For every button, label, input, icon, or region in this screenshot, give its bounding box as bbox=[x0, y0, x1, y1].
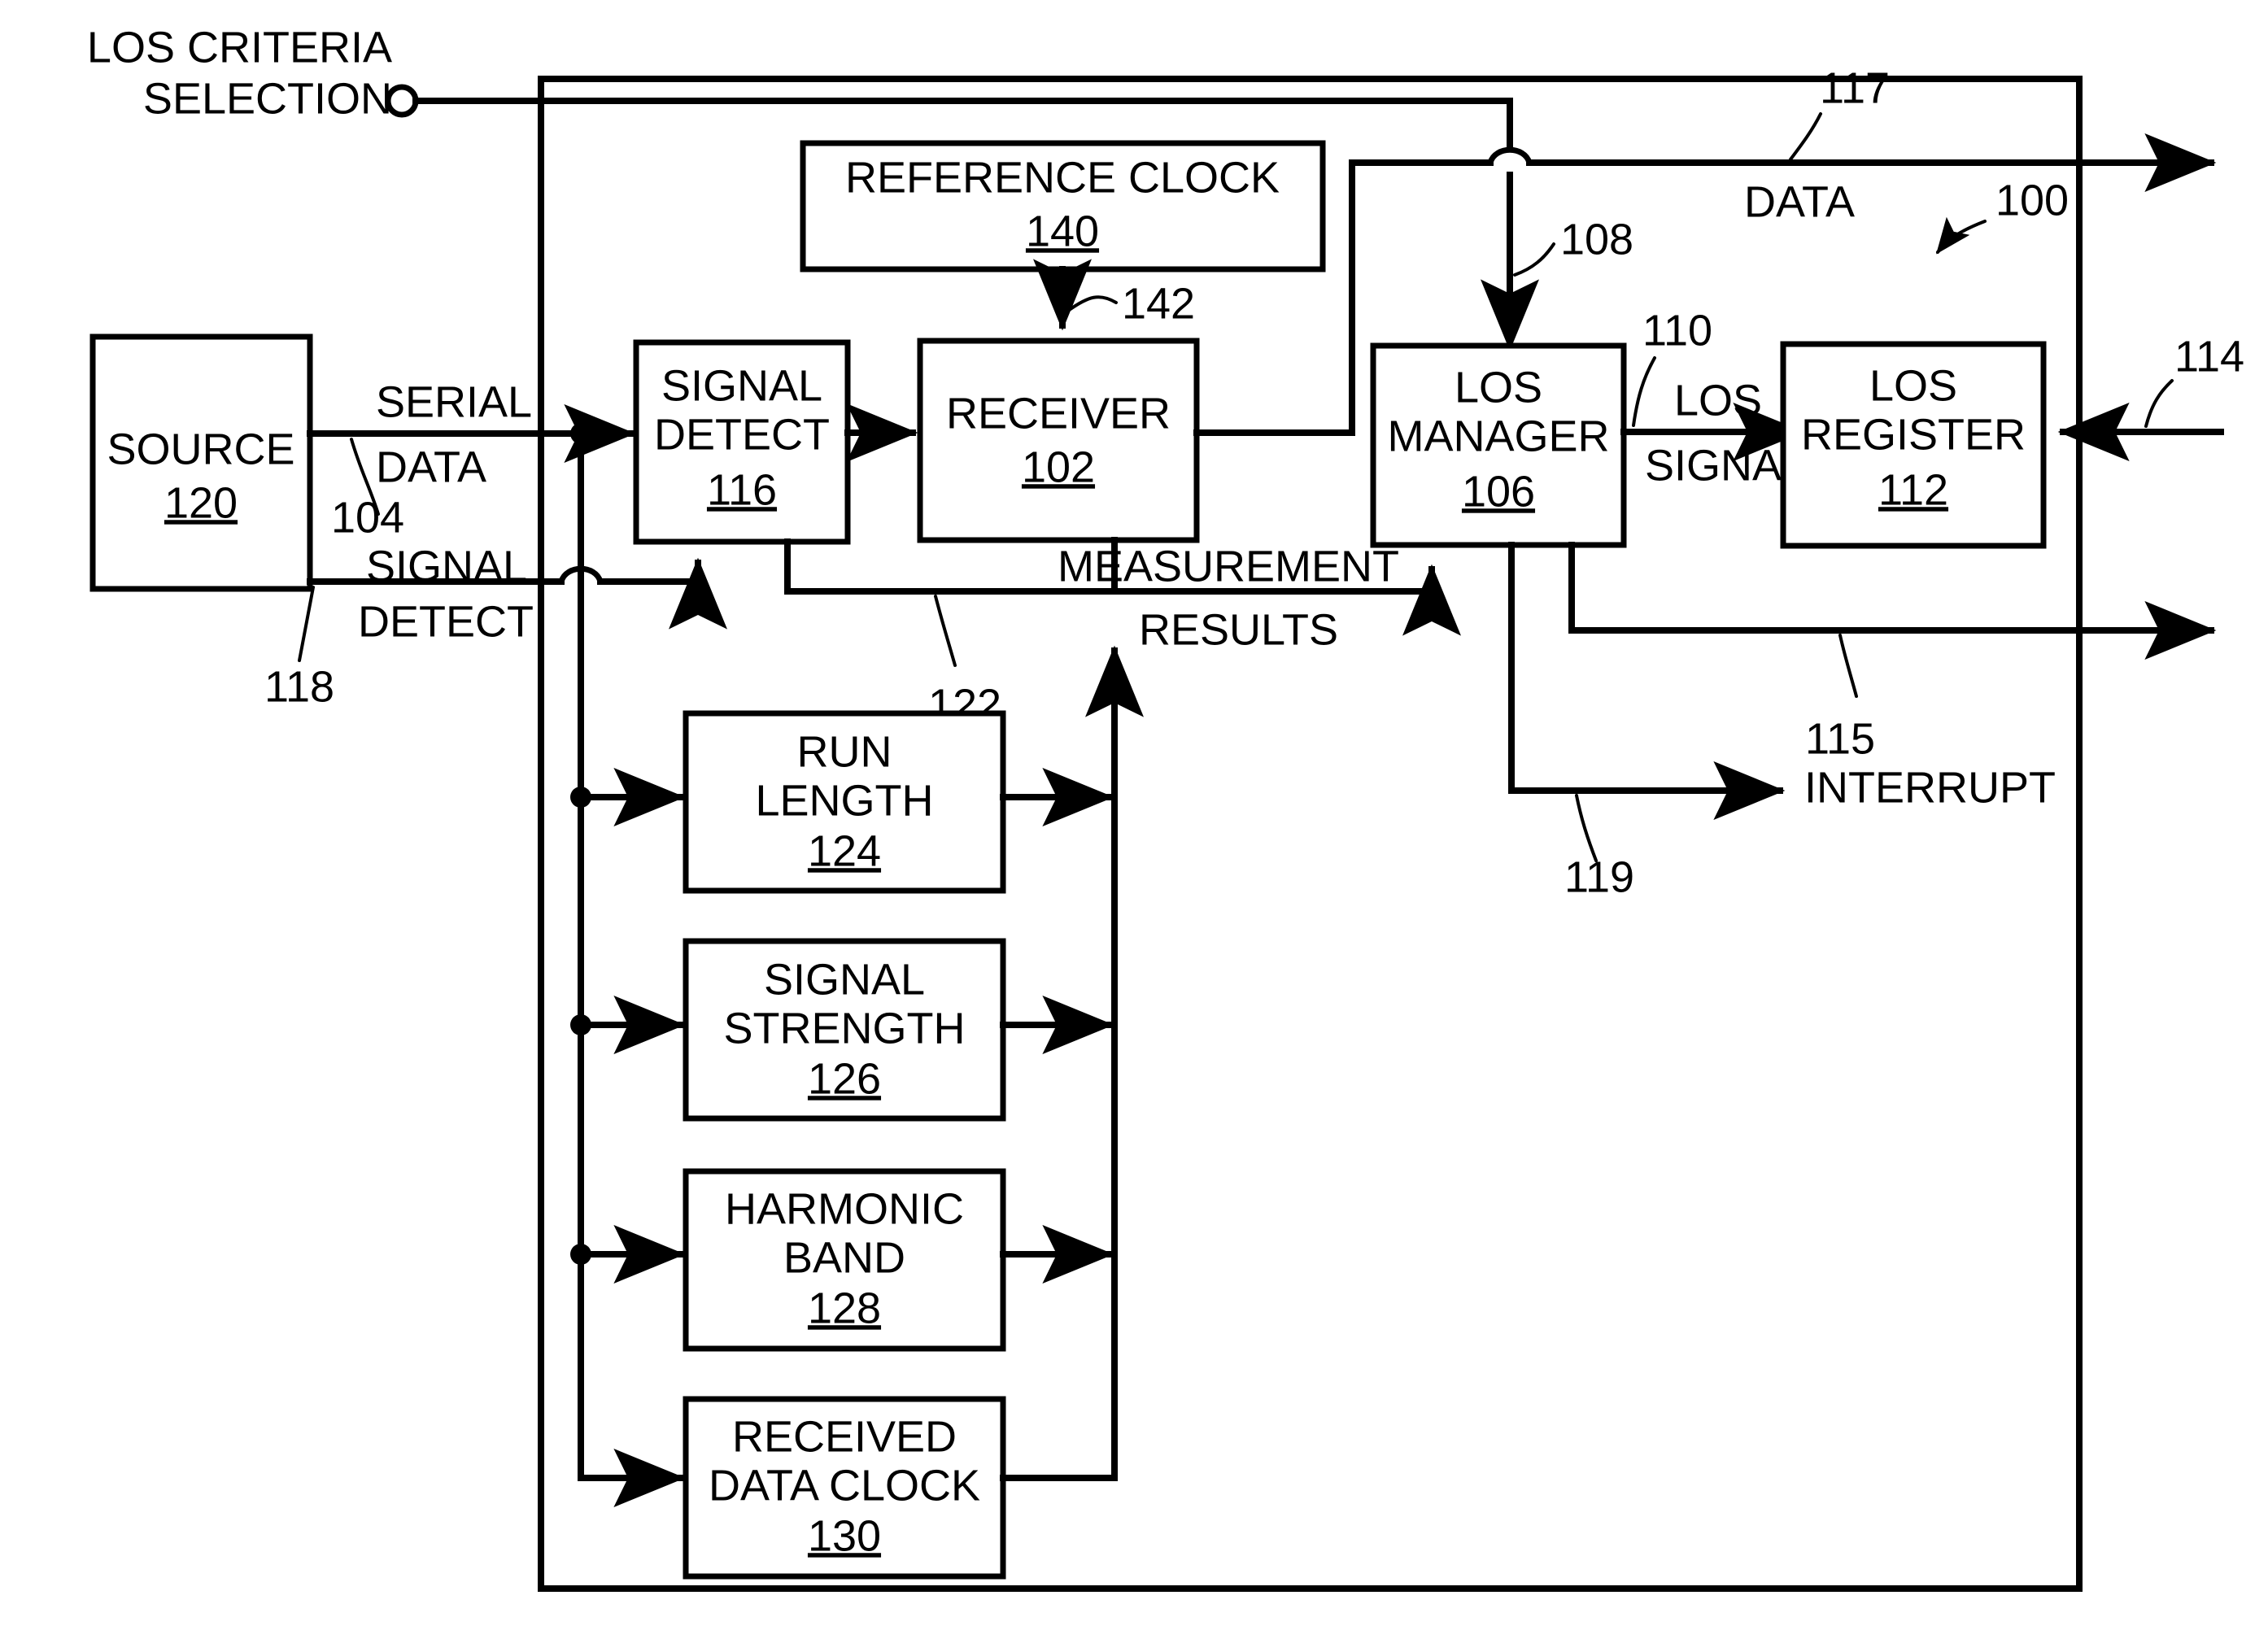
signal-detect-label-line2: DETECT bbox=[358, 597, 534, 646]
ref-117: 117 bbox=[1820, 63, 1890, 112]
wire-register-input bbox=[2057, 379, 2224, 461]
block-run-length[interactable]: RUN LENGTH 124 bbox=[683, 710, 1006, 894]
block-signal-strength-label-1: SIGNAL bbox=[764, 955, 925, 1004]
block-signal-strength[interactable]: SIGNAL STRENGTH 126 bbox=[683, 938, 1006, 1122]
block-harmonic-band-label-2: BAND bbox=[783, 1233, 905, 1282]
interrupt-label: INTERRUPT bbox=[1804, 763, 2056, 812]
ref-110: 110 bbox=[1642, 306, 1712, 355]
ref-119: 119 bbox=[1564, 852, 1634, 901]
ref-108: 108 bbox=[1560, 215, 1633, 264]
wire-ref-clock-to-receiver bbox=[1033, 259, 1118, 331]
ref-115: 115 bbox=[1805, 714, 1875, 763]
block-reference-clock[interactable]: REFERENCE CLOCK 140 bbox=[800, 140, 1326, 272]
block-receiver-label: RECEIVER bbox=[946, 389, 1171, 438]
block-diagram: LOS CRITERIA SELECTION SOURCE 120 SERIAL… bbox=[87, 23, 2244, 1592]
signal-detect-label-line1: SIGNAL bbox=[366, 542, 527, 591]
ref-118: 118 bbox=[264, 662, 334, 711]
block-los-register[interactable]: LOS REGISTER 112 bbox=[1780, 341, 2047, 549]
block-los-register-label-2: REGISTER bbox=[1801, 410, 2026, 459]
block-signal-detect-label-1: SIGNAL bbox=[661, 361, 822, 410]
los-signal-label-line1: LOS bbox=[1674, 376, 1762, 425]
block-signal-detect-ref: 116 bbox=[707, 465, 777, 514]
results-label: RESULTS bbox=[1139, 605, 1338, 654]
block-received-data-clock-label-2: DATA CLOCK bbox=[709, 1461, 980, 1510]
ref-117-leader bbox=[1789, 112, 1822, 161]
los-criteria-label-line1: LOS CRITERIA bbox=[87, 23, 392, 72]
measurement-label: MEASUREMENT bbox=[1058, 542, 1399, 591]
data-label: DATA bbox=[1744, 177, 1855, 226]
serial-data-label-line1: SERIAL bbox=[376, 377, 532, 426]
ref-108-leader bbox=[1513, 242, 1555, 277]
block-run-length-label-2: LENGTH bbox=[755, 776, 933, 825]
block-signal-detect-label-2: DETECT bbox=[654, 410, 830, 459]
block-received-data-clock[interactable]: RECEIVED DATA CLOCK 130 bbox=[683, 1396, 1006, 1580]
block-los-register-ref: 112 bbox=[1878, 465, 1948, 514]
ref-118-leader bbox=[298, 586, 315, 662]
wire-interrupt bbox=[1508, 542, 1786, 862]
los-criteria-label-line2: SELECTION bbox=[143, 74, 392, 123]
ref-142: 142 bbox=[1122, 279, 1195, 328]
block-reference-clock-ref: 140 bbox=[1026, 207, 1099, 255]
block-source-label: SOURCE bbox=[107, 425, 294, 473]
block-harmonic-band-label-1: HARMONIC bbox=[725, 1184, 964, 1233]
block-los-manager[interactable]: LOS MANAGER 106 bbox=[1370, 342, 1627, 548]
block-receiver[interactable]: RECEIVER 102 bbox=[917, 338, 1200, 543]
block-signal-strength-label-2: STRENGTH bbox=[724, 1004, 966, 1053]
block-signal-strength-ref: 126 bbox=[808, 1054, 881, 1103]
block-received-data-clock-label-1: RECEIVED bbox=[732, 1412, 957, 1461]
los-criteria-terminal[interactable] bbox=[385, 84, 419, 118]
block-los-manager-ref: 106 bbox=[1462, 467, 1535, 516]
block-source[interactable]: SOURCE 120 bbox=[89, 333, 313, 592]
serial-data-label-line2: DATA bbox=[376, 442, 486, 491]
block-source-ref: 120 bbox=[164, 478, 238, 527]
wire-register-output-115 bbox=[1568, 542, 2217, 698]
block-harmonic-band[interactable]: HARMONIC BAND 128 bbox=[683, 1168, 1006, 1352]
block-signal-detect[interactable]: SIGNAL DETECT 116 bbox=[633, 339, 851, 545]
block-reference-clock-label: REFERENCE CLOCK bbox=[845, 153, 1280, 202]
ref-100: 100 bbox=[1995, 176, 2069, 224]
block-los-manager-label-2: MANAGER bbox=[1387, 412, 1609, 460]
block-harmonic-band-ref: 128 bbox=[808, 1284, 881, 1332]
block-run-length-ref: 124 bbox=[808, 826, 881, 875]
block-receiver-ref: 102 bbox=[1022, 442, 1095, 491]
figure-canvas: LOS CRITERIA SELECTION SOURCE 120 SERIAL… bbox=[0, 0, 2268, 1652]
block-los-register-label-1: LOS bbox=[1869, 361, 1957, 410]
ref-114: 114 bbox=[2174, 332, 2244, 381]
ref-100-leader bbox=[1936, 216, 1987, 255]
block-los-manager-label-1: LOS bbox=[1455, 363, 1542, 412]
block-received-data-clock-ref: 130 bbox=[808, 1511, 881, 1560]
ref-104: 104 bbox=[331, 493, 404, 542]
block-run-length-label-1: RUN bbox=[797, 727, 892, 776]
